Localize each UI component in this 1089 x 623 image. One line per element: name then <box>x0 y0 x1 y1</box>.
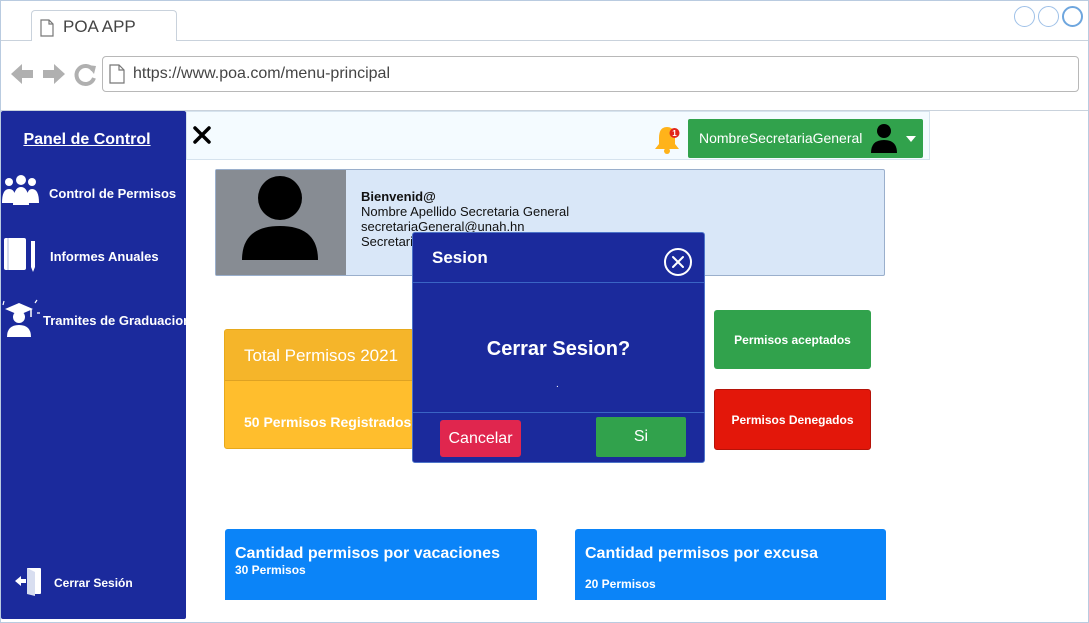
close-window-button[interactable] <box>1062 6 1083 27</box>
modal-title: Sesion <box>432 248 488 267</box>
permisos-denegados-button[interactable]: Permisos Denegados <box>714 389 871 450</box>
modal-dot: . <box>556 379 559 390</box>
stat-card-excusa: Cantidad permisos por excusa 20 Permisos <box>575 529 886 600</box>
user-silhouette-icon <box>242 176 318 260</box>
logout-label: Cerrar Sesión <box>54 576 133 590</box>
cancel-button[interactable]: Cancelar <box>440 420 521 457</box>
stat-value: 30 Permisos <box>235 563 306 577</box>
stat-card-vacaciones: Cantidad permisos por vacaciones 30 Perm… <box>225 529 537 600</box>
users-icon <box>2 175 39 205</box>
user-avatar-icon <box>871 124 897 153</box>
user-menu-button[interactable]: NombreSecretariaGeneral <box>688 119 923 158</box>
tab-title: POA APP <box>63 17 136 36</box>
top-bar: 1 NombreSecretariaGeneral <box>186 111 930 160</box>
modal-close-icon[interactable] <box>663 247 693 277</box>
close-icon[interactable] <box>193 126 211 144</box>
confirm-button[interactable]: Si <box>596 417 686 457</box>
sidebar-item-label: Informes Anuales <box>50 249 159 264</box>
notification-count: 1 <box>672 129 677 138</box>
notebook-icon <box>4 238 35 272</box>
stat-title: Cantidad permisos por excusa <box>585 545 818 562</box>
stat-title: Cantidad permisos por vacaciones <box>235 545 500 562</box>
address-bar[interactable]: https://www.poa.com/menu-principal <box>102 56 1079 92</box>
sidebar-item-control-permisos[interactable]: Control de Permisos <box>1 173 186 213</box>
profile-photo <box>216 170 346 275</box>
refresh-icon[interactable] <box>74 64 96 86</box>
user-full-name: Nombre Apellido Secretaria General <box>361 204 570 219</box>
tab-bar: POA APP <box>1 1 1088 42</box>
sidebar-title[interactable]: Panel de Control <box>1 131 173 149</box>
page-icon <box>109 64 125 84</box>
chevron-down-icon <box>906 136 916 142</box>
modal-question: Cerrar Sesion? <box>486 338 631 360</box>
welcome-greeting: Bienvenid@ <box>361 189 436 204</box>
url-text: https://www.poa.com/menu-principal <box>133 65 390 82</box>
graduate-icon <box>2 299 40 337</box>
user-name: NombreSecretariaGeneral <box>699 130 863 146</box>
logout-button[interactable]: Cerrar Sesión <box>1 566 186 606</box>
total-permisos-card: Total Permisos 2021 50 Permisos Registra… <box>224 329 414 449</box>
total-card-subtitle: 50 Permisos Registrados <box>244 414 412 430</box>
browser-tab[interactable]: POA APP <box>31 10 177 42</box>
modal-header: Sesion <box>413 233 704 283</box>
back-arrow-icon[interactable] <box>11 64 33 84</box>
stat-value: 20 Permisos <box>585 577 656 591</box>
sidebar-item-tramites-graduacion[interactable]: Tramites de Graduacion <box>1 299 191 339</box>
total-card-header: Total Permisos 2021 <box>225 330 413 381</box>
sidebar-item-label: Control de Permisos <box>49 186 177 201</box>
forward-arrow-icon[interactable] <box>43 64 65 84</box>
sidebar: Panel de Control Control de Permisos Inf… <box>1 111 191 619</box>
sidebar-item-informes-anuales[interactable]: Informes Anuales <box>1 235 186 275</box>
sidebar-item-label: Tramites de Graduacion <box>43 313 192 328</box>
permisos-aceptados-button[interactable]: Permisos aceptados <box>714 310 871 369</box>
navigation-controls <box>11 64 96 86</box>
bell-icon[interactable]: 1 <box>654 124 682 154</box>
maximize-button[interactable] <box>1038 6 1059 27</box>
total-card-title: Total Permisos 2021 <box>244 346 399 365</box>
modal-body: Cerrar Sesion? . <box>413 283 704 413</box>
page-icon <box>40 19 54 37</box>
minimize-button[interactable] <box>1014 6 1035 27</box>
logout-icon <box>15 568 41 596</box>
navigation-bar: https://www.poa.com/menu-principal <box>1 41 1088 111</box>
logout-modal: Sesion Cerrar Sesion? . Cancelar Si <box>412 232 705 463</box>
